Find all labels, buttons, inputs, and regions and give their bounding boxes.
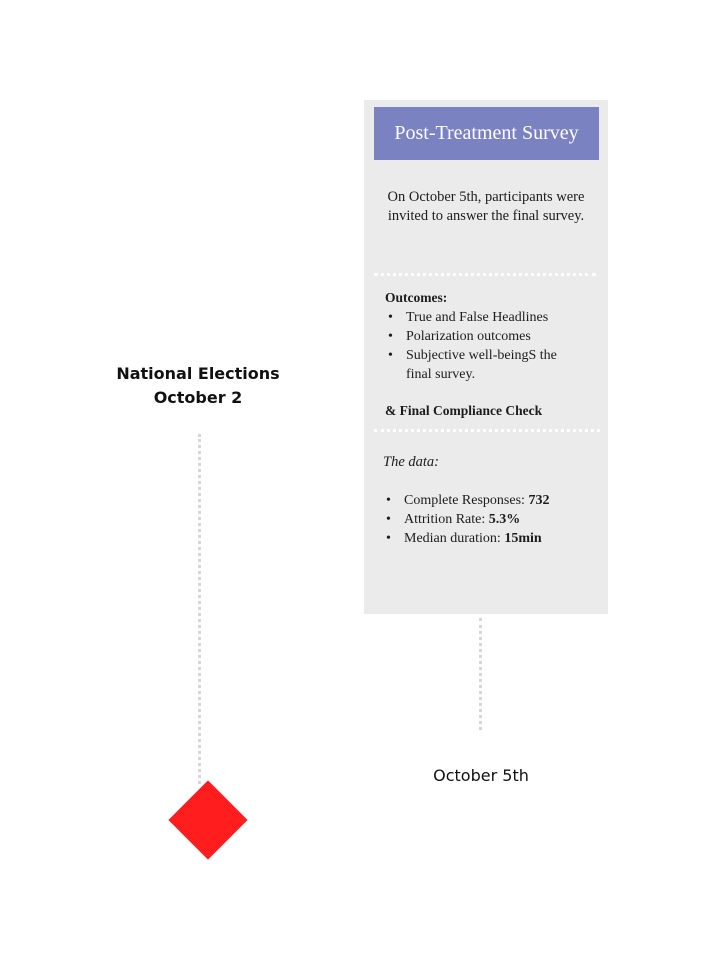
event-date: October 2 [153, 388, 243, 407]
diamond-marker-icon [168, 780, 248, 860]
stat-item: Attrition Rate: 5.3% [382, 510, 597, 529]
national-elections-label: National Elections October 2 [108, 362, 288, 410]
outcomes-title: Outcomes: [385, 290, 448, 305]
divider-top [374, 273, 596, 276]
right-dotted-connector [479, 618, 482, 730]
data-intro: The data: [383, 454, 439, 470]
compliance-title: & Final Compliance Check [385, 403, 543, 418]
card-title: Post-Treatment Survey [374, 107, 599, 160]
left-dotted-connector [198, 434, 201, 784]
stat-label: Attrition Rate: [404, 512, 489, 527]
outcome-item: Subjective well-beingS the final survey. [384, 346, 574, 384]
october-5th-label: October 5th [433, 766, 529, 785]
stat-label: Complete Responses: [404, 493, 529, 508]
outcome-item: Polarization outcomes [384, 327, 574, 346]
stat-item: Median duration: 15min [382, 529, 597, 548]
event-title: National Elections [116, 364, 280, 383]
stat-value: 5.3% [488, 512, 521, 527]
stats-list: Complete Responses: 732 Attrition Rate: … [382, 491, 597, 548]
stat-value: 732 [528, 493, 550, 508]
outcome-item: True and False Headlines [384, 308, 574, 327]
stat-label: Median duration: [404, 531, 505, 546]
outcomes-list: True and False Headlines Polarization ou… [384, 308, 574, 384]
divider-bottom [374, 429, 600, 432]
stat-value: 15min [504, 531, 542, 546]
card-intro-text: On October 5th, participants were invite… [387, 189, 585, 224]
post-treatment-survey-card: Post-Treatment Survey On October 5th, pa… [364, 100, 608, 614]
stat-item: Complete Responses: 732 [382, 491, 597, 510]
